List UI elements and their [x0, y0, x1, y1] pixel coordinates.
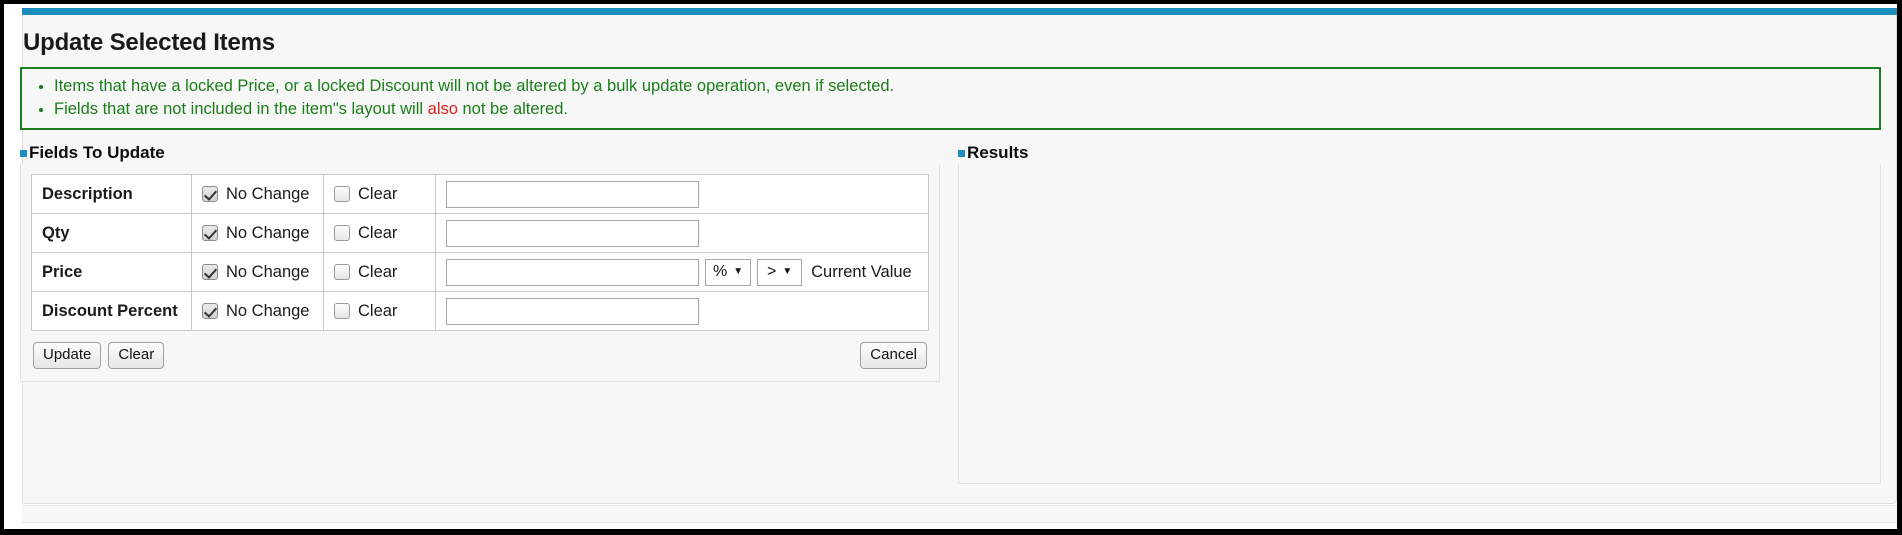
no-change-label: No Change [226, 262, 310, 281]
row-clear-cell: Clear [323, 252, 436, 292]
results-panel-legend-text: Results [967, 143, 1029, 162]
page-content: Update Selected Items Items that have a … [4, 4, 1897, 529]
clear-label: Clear [358, 223, 398, 242]
clear-checkbox-price[interactable] [334, 264, 350, 280]
price-operator-select-value: > [767, 263, 777, 280]
clear-label: Clear [358, 184, 398, 203]
discount-percent-input[interactable] [446, 297, 699, 325]
qty-input[interactable] [446, 219, 699, 247]
clear-label: Clear [358, 301, 398, 320]
row-no-change-cell: No Change [191, 252, 324, 292]
results-panel: Results [958, 142, 1881, 484]
no-change-checkbox-discount-percent[interactable] [202, 303, 218, 319]
page-title: Update Selected Items [23, 29, 275, 56]
clear-checkbox-qty[interactable] [334, 225, 350, 241]
row-label-discount-percent: Discount Percent [31, 291, 192, 331]
row-value-cell [435, 291, 929, 331]
notice-box: Items that have a locked Price, or a loc… [20, 67, 1881, 130]
notice-text-after: not be altered. [457, 100, 569, 118]
notice-list: Items that have a locked Price, or a loc… [32, 75, 1869, 121]
row-clear-cell: Clear [323, 174, 436, 214]
cancel-button[interactable]: Cancel [860, 342, 927, 369]
clear-label: Clear [358, 262, 398, 281]
table-row: Description No Change Clear [31, 174, 929, 214]
clear-button[interactable]: Clear [108, 342, 165, 369]
update-button[interactable]: Update [33, 342, 102, 369]
fields-to-update-panel: Fields To Update Description No Change C… [20, 142, 940, 382]
notice-item: Items that have a locked Price, or a loc… [54, 75, 1869, 98]
price-unit-select[interactable]: % ▼ [705, 258, 752, 286]
row-value-cell [435, 174, 929, 214]
fields-table: Description No Change Clear Qty No Chang… [31, 174, 929, 331]
no-change-checkbox-description[interactable] [202, 186, 218, 202]
price-unit-select-value: % [713, 263, 728, 280]
results-panel-inner [958, 164, 1881, 484]
row-value-cell [435, 213, 929, 253]
notice-text-emphasis: also [427, 100, 458, 118]
row-label-description: Description [31, 174, 192, 214]
row-no-change-cell: No Change [191, 291, 324, 331]
table-row: Price No Change Clear % ▼ > ▼ Current Va… [31, 252, 929, 292]
no-change-checkbox-price[interactable] [202, 264, 218, 280]
panes-container: Fields To Update Description No Change C… [20, 142, 1881, 484]
no-change-label: No Change [226, 223, 310, 242]
legend-nub-icon [958, 149, 965, 157]
price-input[interactable] [446, 258, 699, 286]
notice-text-before: Items that have a locked Price, or a loc… [54, 77, 895, 95]
notice-item: Fields that are not included in the item… [54, 98, 1869, 121]
table-row: Qty No Change Clear [31, 213, 929, 253]
description-input[interactable] [446, 180, 699, 208]
row-value-cell: % ▼ > ▼ Current Value [435, 252, 929, 292]
no-change-checkbox-qty[interactable] [202, 225, 218, 241]
table-row: Discount Percent No Change Clear [31, 291, 929, 331]
fields-panel-legend-text: Fields To Update [29, 143, 165, 162]
no-change-label: No Change [226, 184, 310, 203]
row-clear-cell: Clear [323, 291, 436, 331]
clear-checkbox-description[interactable] [334, 186, 350, 202]
chevron-down-icon: ▼ [782, 266, 793, 277]
screenshot-viewport: Update Selected Items Items that have a … [0, 0, 1902, 535]
row-no-change-cell: No Change [191, 174, 324, 214]
row-clear-cell: Clear [323, 213, 436, 253]
fields-panel-legend: Fields To Update [20, 142, 169, 164]
card-body: Update Selected Items Items that have a … [4, 11, 1897, 529]
results-panel-legend: Results [958, 142, 1032, 164]
chevron-down-icon: ▼ [733, 266, 744, 277]
row-label-price: Price [31, 252, 192, 292]
no-change-label: No Change [226, 301, 310, 320]
button-bar: Update Clear Cancel [31, 342, 929, 369]
fields-panel-inner: Description No Change Clear Qty No Chang… [20, 164, 940, 382]
price-operator-select[interactable]: > ▼ [757, 258, 803, 286]
clear-checkbox-discount-percent[interactable] [334, 303, 350, 319]
current-value-label: Current Value [811, 262, 912, 281]
notice-text-before: Fields that are not included in the item… [54, 100, 428, 118]
legend-nub-icon [20, 149, 27, 157]
window-frame-bottom [0, 529, 1902, 535]
row-label-qty: Qty [31, 213, 192, 253]
horizontal-scrollbar[interactable] [22, 505, 1897, 523]
row-no-change-cell: No Change [191, 213, 324, 253]
window-frame-right [1897, 0, 1902, 535]
